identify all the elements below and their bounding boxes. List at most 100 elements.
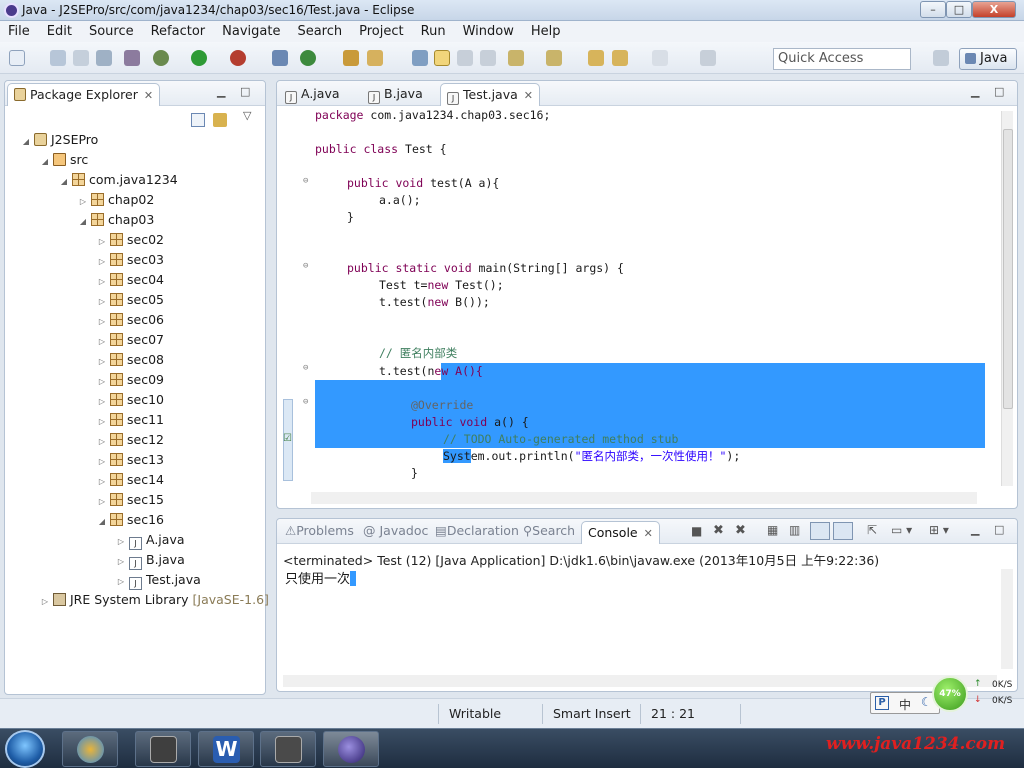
remove-all-icon[interactable]: ✖	[735, 523, 746, 538]
menu-source[interactable]: Source	[89, 24, 134, 39]
close-icon[interactable]: ✕	[144, 89, 153, 102]
search-icon[interactable]	[367, 50, 383, 66]
menu-help[interactable]: Help	[531, 24, 561, 39]
collapsed-arrow-icon[interactable]: ▷	[97, 312, 107, 331]
toggle-ant-icon[interactable]	[124, 50, 140, 66]
link-with-editor-icon[interactable]	[213, 113, 227, 127]
tree-item-sec02[interactable]: ▷ sec02	[97, 230, 164, 249]
tab-test-java[interactable]: J Test.java ✕	[440, 83, 540, 106]
tree-item-b-java[interactable]: ▷ J B.java	[116, 550, 185, 571]
tree-item-sec13[interactable]: ▷ sec13	[97, 450, 164, 469]
tree-item-sec03[interactable]: ▷ sec03	[97, 250, 164, 269]
ime-mode[interactable]: 中	[899, 696, 911, 713]
collapsed-arrow-icon[interactable]: ▷	[97, 272, 107, 291]
clear-console-icon[interactable]: ▦	[767, 523, 778, 537]
collapsed-arrow-icon[interactable]: ▷	[116, 572, 126, 591]
close-icon[interactable]: ✕	[644, 527, 653, 540]
save-icon[interactable]	[50, 50, 66, 66]
collapse-all-icon[interactable]	[191, 113, 205, 127]
maximize-view-icon[interactable]: □	[240, 85, 250, 98]
tab-package-explorer[interactable]: Package Explorer ✕	[7, 83, 161, 106]
task-marker-icon[interactable]: ☑	[283, 433, 292, 444]
collapsed-arrow-icon[interactable]: ▷	[97, 412, 107, 431]
collapsed-arrow-icon[interactable]: ▷	[97, 332, 107, 351]
taskbar-app-terminal[interactable]	[135, 731, 191, 767]
expanded-arrow-icon[interactable]: ◢	[21, 132, 31, 151]
expanded-arrow-icon[interactable]: ◢	[78, 212, 88, 231]
open-console-icon[interactable]: ⊞ ▾	[929, 523, 949, 537]
last-edit-icon[interactable]	[588, 50, 604, 66]
expanded-arrow-icon[interactable]: ◢	[97, 512, 107, 531]
menu-edit[interactable]: Edit	[47, 24, 72, 39]
minimize-view-icon[interactable]: ▁	[971, 85, 979, 98]
external-tools-icon[interactable]	[230, 50, 246, 66]
taskbar-app-eclipse[interactable]	[323, 731, 379, 767]
pin-editor-icon[interactable]	[700, 50, 716, 66]
close-button[interactable]: X	[972, 1, 1016, 18]
view-menu-icon[interactable]: ▽	[243, 109, 251, 122]
taskbar-app-photo[interactable]	[62, 731, 118, 767]
fold-icon[interactable]: ⊖	[303, 261, 308, 271]
ime-toolbar[interactable]: P 中 ☾	[870, 692, 940, 714]
collapsed-arrow-icon[interactable]: ▷	[97, 452, 107, 471]
horizontal-scrollbar[interactable]	[283, 675, 997, 687]
debug-icon[interactable]	[153, 50, 169, 66]
collapsed-arrow-icon[interactable]: ▷	[116, 532, 126, 551]
show-whitespace-icon[interactable]	[480, 50, 496, 66]
save-all-icon[interactable]	[73, 50, 89, 66]
print-icon[interactable]	[96, 50, 112, 66]
taskbar-app-word[interactable]: W	[198, 731, 254, 767]
tree-item-package-root[interactable]: ◢ com.java1234	[59, 170, 178, 189]
scroll-lock-icon[interactable]: ▥	[789, 523, 800, 537]
remove-launch-icon[interactable]: ✖	[713, 523, 724, 538]
network-monitor[interactable]: 47% ↑ ↓ 0K/S 0K/S	[932, 676, 1020, 712]
taskbar-app-console[interactable]	[260, 731, 316, 767]
start-button[interactable]	[5, 730, 45, 768]
collapsed-arrow-icon[interactable]: ▷	[97, 232, 107, 251]
scrollbar-thumb[interactable]	[1003, 129, 1013, 409]
maximize-button[interactable]: □	[946, 1, 972, 18]
tree-item-sec14[interactable]: ▷ sec14	[97, 470, 164, 489]
vertical-scrollbar[interactable]	[1001, 569, 1013, 669]
java-perspective-button[interactable]: Java	[959, 48, 1017, 70]
tree-item-sec11[interactable]: ▷ sec11	[97, 410, 164, 429]
tree-item-project[interactable]: ◢ J2SEPro	[21, 130, 98, 149]
tree-item-sec12[interactable]: ▷ sec12	[97, 430, 164, 449]
collapsed-arrow-icon[interactable]: ▷	[97, 372, 107, 391]
collapsed-arrow-icon[interactable]: ▷	[116, 552, 126, 571]
moon-icon[interactable]: ☾	[921, 695, 932, 709]
close-icon[interactable]: ✕	[524, 89, 533, 102]
tree-item-sec06[interactable]: ▷ sec06	[97, 310, 164, 329]
minimize-button[interactable]: –	[920, 1, 946, 18]
collapsed-arrow-icon[interactable]: ▷	[97, 352, 107, 371]
code-area[interactable]: ⊖ ⊖ ⊖ ⊖ package com.java1234.chap03.sec1…	[285, 107, 985, 487]
prev-annotation-icon[interactable]	[546, 50, 562, 66]
tree-item-src[interactable]: ◢ src	[40, 150, 88, 169]
quick-access-input[interactable]: Quick Access	[773, 48, 911, 70]
minimize-view-icon[interactable]: ▁	[217, 85, 225, 98]
new-icon[interactable]	[9, 50, 25, 66]
collapsed-arrow-icon[interactable]: ▷	[97, 392, 107, 411]
menu-navigate[interactable]: Navigate	[222, 24, 280, 39]
toggle-highlight-icon[interactable]	[434, 50, 450, 66]
menu-run[interactable]: Run	[421, 24, 446, 39]
tree-item-chap02[interactable]: ▷ chap02	[78, 190, 154, 209]
expanded-arrow-icon[interactable]: ◢	[40, 152, 50, 171]
terminate-icon[interactable]: ■	[691, 524, 702, 538]
tree-item-sec09[interactable]: ▷ sec09	[97, 370, 164, 389]
back-icon[interactable]	[612, 50, 628, 66]
toggle-mark-icon[interactable]	[412, 50, 428, 66]
status-insert-mode[interactable]: Smart Insert	[553, 706, 631, 721]
expanded-arrow-icon[interactable]: ◢	[59, 172, 69, 191]
show-on-error-icon[interactable]	[833, 522, 853, 540]
console-output[interactable]: 只使用一次	[285, 568, 357, 587]
forward-icon[interactable]	[652, 50, 668, 66]
menu-project[interactable]: Project	[359, 24, 403, 39]
fold-icon[interactable]: ⊖	[303, 176, 308, 186]
tab-b-java[interactable]: J B.java	[362, 83, 429, 106]
tree-item-chap03[interactable]: ◢ chap03	[78, 210, 154, 229]
collapsed-arrow-icon[interactable]: ▷	[97, 292, 107, 311]
tree-item-sec16[interactable]: ◢ sec16	[97, 510, 164, 529]
fold-icon[interactable]: ⊖	[303, 363, 308, 373]
run-icon[interactable]	[191, 50, 207, 66]
